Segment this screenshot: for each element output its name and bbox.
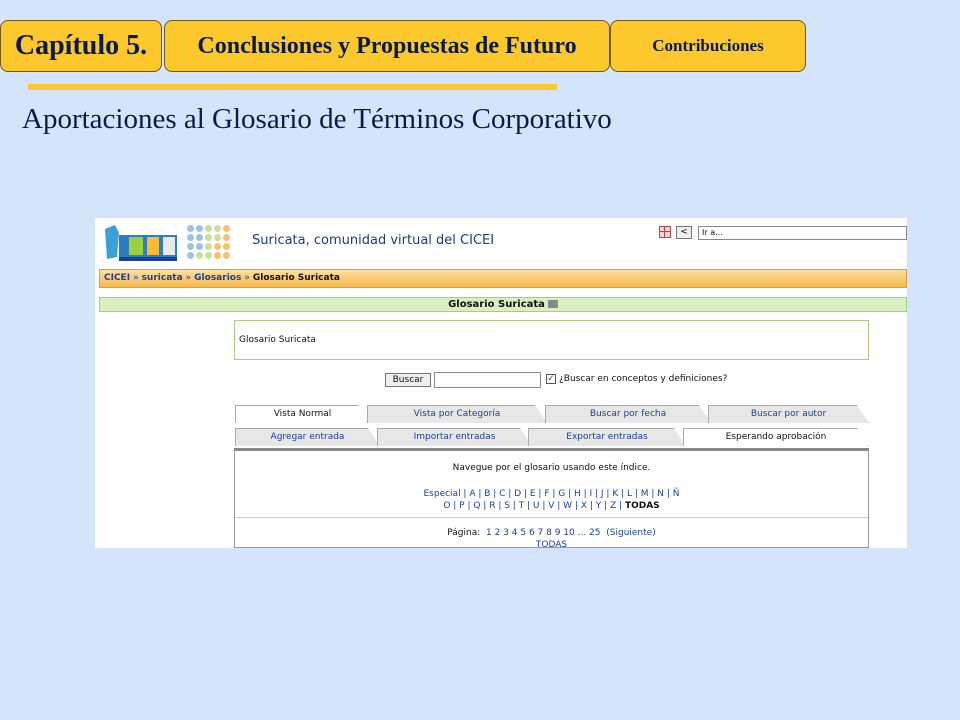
glossary-title: Glosario Suricata — [448, 299, 545, 310]
breadcrumb-separator: » — [185, 273, 192, 283]
pagination-pages[interactable]: 1 2 3 4 5 6 7 8 9 10 ... 25 — [486, 528, 601, 538]
breadcrumb: CICEI» suricata» Glosarios» Glosario Surica… — [99, 269, 907, 288]
index-instruction: Navegue por el glosario usando este índi… — [452, 463, 651, 473]
jump-select[interactable]: Ir a... — [698, 226, 907, 240]
letter-index-line-2[interactable]: O | P | Q | R | S | T | U | V | W | X | … — [443, 501, 622, 511]
search-row: Buscar ✓ ¿Buscar en conceptos y definici… — [385, 372, 785, 388]
breadcrumb-course-link[interactable]: suricata — [142, 273, 183, 283]
chapter-label: Capítulo 5. — [0, 20, 162, 72]
print-icon[interactable] — [547, 300, 558, 308]
search-input[interactable] — [434, 372, 541, 388]
index-divider — [235, 517, 868, 518]
slide-title: Aportaciones al Glosario de Términos Cor… — [22, 103, 612, 135]
tab-importar-entradas[interactable]: Importar entradas — [377, 428, 532, 446]
decor-dots-icon — [187, 225, 239, 261]
pagination-next[interactable]: (Siguiente) — [606, 528, 655, 538]
tab-buscar-autor[interactable]: Buscar por autor — [708, 405, 869, 423]
breadcrumb-current: Glosario Suricata — [252, 273, 340, 283]
pagination-all[interactable]: TODAS — [235, 539, 868, 548]
site-name[interactable]: Suricata, comunidad virtual del CICEI — [252, 233, 494, 248]
tab-agregar-entrada[interactable]: Agregar entrada — [235, 428, 380, 446]
pagination-label: Página: — [447, 528, 481, 538]
subsection-label: Contribuciones — [610, 20, 806, 72]
back-button[interactable]: < — [676, 226, 692, 239]
tab-vista-normal[interactable]: Vista Normal — [235, 405, 370, 423]
breadcrumb-module-link[interactable]: Glosarios — [194, 273, 241, 283]
section-label: Conclusiones y Propuestas de Futuro — [164, 20, 610, 72]
letter-index-line-1[interactable]: Especial | A | B | C | D | E | F | G | H… — [235, 488, 868, 500]
breadcrumb-separator: » — [244, 273, 250, 283]
grid-icon[interactable] — [659, 226, 671, 238]
tab-exportar-entradas[interactable]: Exportar entradas — [528, 428, 686, 446]
navigation-controls: < Ir a... — [659, 226, 907, 240]
glossary-title-bar: Glosario Suricata — [99, 297, 907, 312]
tab-esperando-aprobacion[interactable]: Esperando aprobación — [683, 428, 869, 446]
site-header: Suricata, comunidad virtual del CICEI < … — [95, 218, 907, 266]
pagination: Página: 1 2 3 4 5 6 7 8 9 10 ... 25 (Sig… — [235, 527, 868, 548]
glossary-description: Glosario Suricata — [234, 320, 869, 360]
letter-index-all[interactable]: TODAS — [625, 501, 660, 511]
search-button[interactable]: Buscar — [385, 373, 431, 387]
breadcrumb-separator: » — [133, 273, 139, 283]
tab-row-actions: Agregar entrada Importar entradas Export… — [235, 428, 869, 446]
search-definitions-checkbox[interactable]: ✓ — [546, 374, 556, 384]
breadcrumb-home-link[interactable]: CICEI — [104, 273, 130, 283]
tab-vista-categoria[interactable]: Vista por Categoría — [367, 405, 547, 423]
letter-index[interactable]: Especial | A | B | C | D | E | F | G | H… — [235, 488, 868, 512]
glossary-index-panel: Navegue por el glosario usando este índi… — [234, 448, 869, 548]
iva-logo-icon — [105, 225, 177, 261]
glossary-screenshot: Suricata, comunidad virtual del CICEI < … — [95, 218, 907, 548]
tab-buscar-fecha[interactable]: Buscar por fecha — [545, 405, 711, 423]
search-definitions-label: ¿Buscar en conceptos y definiciones? — [559, 374, 728, 384]
header-underline — [28, 84, 557, 90]
tab-row-views: Vista Normal Vista por Categoría Buscar … — [235, 405, 869, 423]
